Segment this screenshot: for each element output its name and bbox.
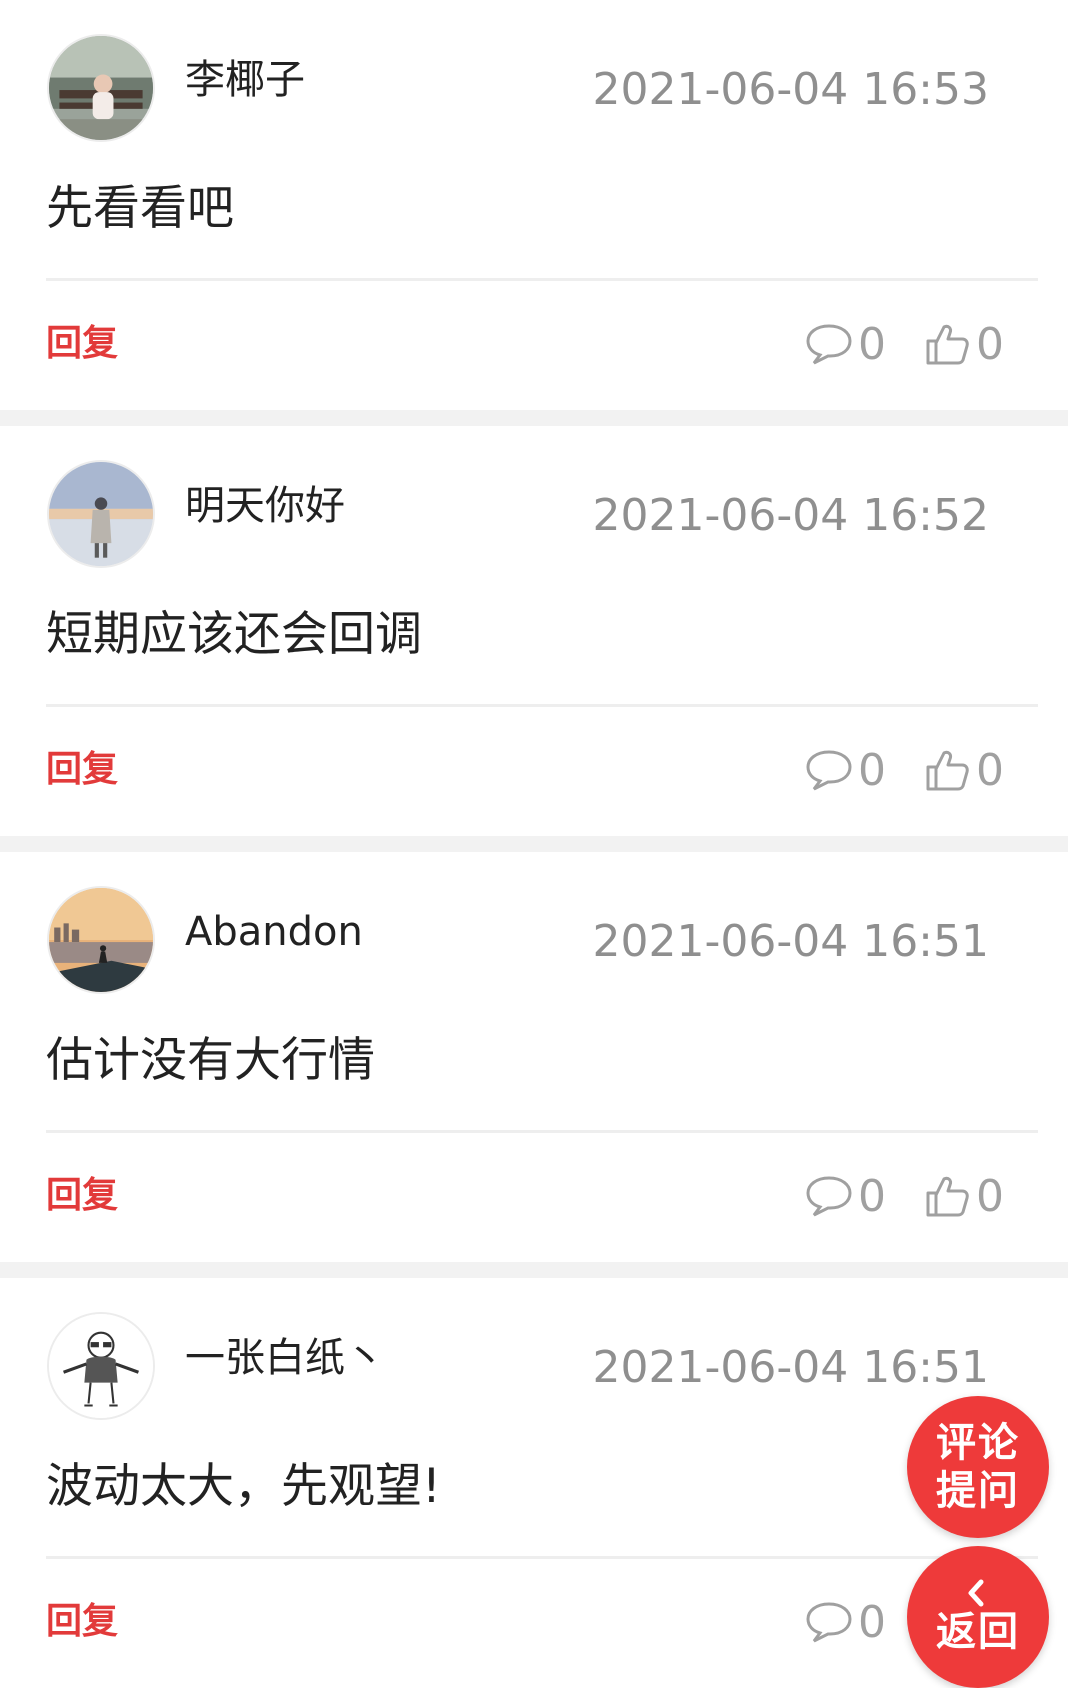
avatar[interactable] xyxy=(47,460,155,568)
like-button[interactable]: 0 xyxy=(922,318,1004,370)
like-count: 0 xyxy=(976,744,1004,796)
comment-count: 0 xyxy=(858,1596,886,1648)
comment-text: 估计没有大行情 xyxy=(46,1033,375,1088)
like-count: 0 xyxy=(976,1170,1004,1222)
reply-button[interactable]: 回复 xyxy=(46,748,118,792)
back-button[interactable]: 返回 xyxy=(907,1546,1049,1688)
comment-card: Abandon 2021-06-04 16:51 估计没有大行情 回复 0 0 xyxy=(0,852,1068,1262)
username[interactable]: 明天你好 xyxy=(185,482,345,530)
divider xyxy=(46,278,1038,281)
reply-button[interactable]: 回复 xyxy=(46,1600,118,1644)
back-label: 返回 xyxy=(936,1609,1020,1655)
divider xyxy=(46,704,1038,707)
comment-count: 0 xyxy=(858,318,886,370)
speech-bubble-icon xyxy=(806,324,852,365)
comment-count: 0 xyxy=(858,1170,886,1222)
username[interactable]: 一张白纸丶 xyxy=(185,1334,385,1382)
avatar[interactable] xyxy=(47,1312,155,1420)
avatar[interactable] xyxy=(47,886,155,994)
speech-bubble-icon xyxy=(806,1176,852,1217)
thumbs-up-icon xyxy=(926,1176,969,1217)
comment-feed: 李椰子 2021-06-04 16:53 先看看吧 回复 0 0 明天你好 20… xyxy=(0,0,1068,1688)
comment-count: 0 xyxy=(858,744,886,796)
comment-count-button[interactable]: 0 xyxy=(804,1170,886,1222)
username[interactable]: Abandon xyxy=(185,908,363,956)
divider xyxy=(46,1130,1038,1133)
speech-bubble-icon xyxy=(806,750,852,791)
like-count: 0 xyxy=(976,318,1004,370)
reply-button[interactable]: 回复 xyxy=(46,1174,118,1218)
avatar[interactable] xyxy=(47,34,155,142)
timestamp: 2021-06-04 16:51 xyxy=(592,1342,990,1393)
thumbs-up-icon xyxy=(926,750,969,791)
timestamp: 2021-06-04 16:51 xyxy=(592,916,990,967)
divider xyxy=(46,1556,1038,1559)
reply-button[interactable]: 回复 xyxy=(46,322,118,366)
comment-card: 李椰子 2021-06-04 16:53 先看看吧 回复 0 0 xyxy=(0,0,1068,410)
comment-text: 先看看吧 xyxy=(46,181,234,236)
like-button[interactable]: 0 xyxy=(922,744,1004,796)
timestamp: 2021-06-04 16:52 xyxy=(592,490,990,541)
comment-text: 波动太大，先观望! xyxy=(46,1459,441,1514)
comment-card: 明天你好 2021-06-04 16:52 短期应该还会回调 回复 0 0 xyxy=(0,426,1068,836)
speech-bubble-icon xyxy=(806,1602,852,1643)
comment-ask-button[interactable]: 评论 提问 xyxy=(907,1396,1049,1538)
like-button[interactable]: 0 xyxy=(922,1170,1004,1222)
comment-text: 短期应该还会回调 xyxy=(46,607,422,662)
chevron-left-icon xyxy=(968,1579,984,1607)
username[interactable]: 李椰子 xyxy=(185,56,305,104)
comment-ask-label: 评论 提问 xyxy=(936,1420,1020,1514)
timestamp: 2021-06-04 16:53 xyxy=(592,64,990,115)
comment-count-button[interactable]: 0 xyxy=(804,1596,886,1648)
comment-count-button[interactable]: 0 xyxy=(804,744,886,796)
comment-count-button[interactable]: 0 xyxy=(804,318,886,370)
thumbs-up-icon xyxy=(926,324,969,365)
